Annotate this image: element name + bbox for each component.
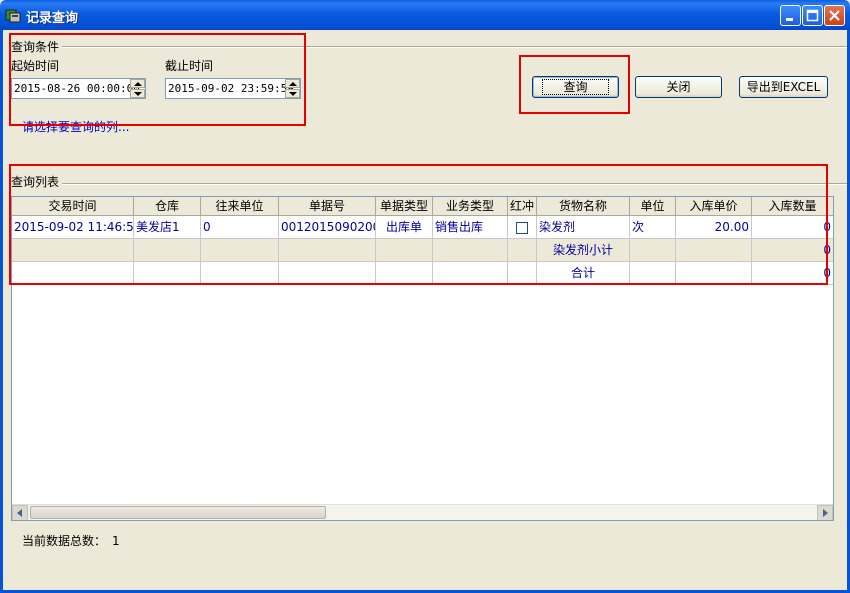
end-time-down-arrow-icon[interactable]	[285, 89, 300, 98]
col-header-price[interactable]: 入库单价	[676, 197, 752, 216]
subtotal-label: 染发剂小计	[537, 239, 630, 262]
grid-header: 交易时间 仓库 往来单位 单据号 单据类型 业务类型 红冲 货物名称 单位 入库…	[12, 197, 833, 216]
end-time-picker[interactable]: 2015-09-02 23:59:59	[165, 78, 301, 99]
col-header-biz-type[interactable]: 业务类型	[433, 197, 508, 216]
col-header-qty[interactable]: 入库数量	[752, 197, 833, 216]
col-header-doc-type[interactable]: 单据类型	[376, 197, 433, 216]
export-excel-button[interactable]: 导出到EXCEL	[739, 76, 828, 98]
scrollbar-thumb[interactable]	[30, 506, 326, 519]
cell-red-reversal	[508, 216, 537, 239]
cell-partner: 0	[201, 216, 279, 239]
cell-warehouse: 美发店1	[134, 216, 201, 239]
cell-time: 2015-09-02 11:46:54	[12, 216, 134, 239]
end-time-up-arrow-icon[interactable]	[285, 79, 300, 88]
cell-price: 20.00	[676, 216, 752, 239]
select-columns-link[interactable]: 请选择要查询的列...	[22, 118, 129, 135]
start-time-picker[interactable]: 2015-08-26 00:00:00	[11, 78, 146, 99]
col-header-warehouse[interactable]: 仓库	[134, 197, 201, 216]
total-label: 合计	[537, 262, 630, 285]
start-time-label: 起始时间	[11, 59, 60, 73]
horizontal-scrollbar[interactable]	[12, 504, 833, 520]
window-title: 记录查询	[26, 11, 79, 26]
start-time-up-arrow-icon[interactable]	[130, 79, 145, 88]
minimize-icon	[786, 18, 793, 21]
maximize-icon	[806, 9, 819, 22]
close-window-button[interactable]	[824, 5, 845, 26]
subtotal-qty: 0	[752, 239, 833, 262]
scroll-right-arrow-icon[interactable]	[817, 505, 833, 520]
list-group-label: 查询列表	[11, 173, 63, 190]
minimize-button[interactable]	[780, 5, 801, 26]
conditions-group-label: 查询条件	[11, 38, 63, 55]
app-icon	[5, 9, 21, 23]
end-time-label: 截止时间	[165, 59, 214, 73]
col-header-partner[interactable]: 往来单位	[201, 197, 279, 216]
status-bar: 当前数据总数： 1	[22, 532, 120, 549]
cell-biz-type: 销售出库	[433, 216, 508, 239]
red-reversal-checkbox[interactable]	[516, 221, 528, 234]
title-bar[interactable]: 记录查询	[0, 0, 850, 30]
close-icon	[829, 10, 840, 21]
maximize-button[interactable]	[802, 5, 823, 26]
col-header-goods[interactable]: 货物名称	[537, 197, 630, 216]
close-button[interactable]: 关闭	[635, 76, 722, 98]
scroll-left-arrow-icon[interactable]	[12, 505, 28, 520]
total-row[interactable]: 合计 0	[12, 262, 833, 285]
start-time-down-arrow-icon[interactable]	[130, 89, 145, 98]
cell-unit: 次	[630, 216, 676, 239]
col-header-doc-no[interactable]: 单据号	[279, 197, 376, 216]
cell-doc-type: 出库单	[376, 216, 433, 239]
cell-doc-no: 001201509020008	[279, 216, 376, 239]
record-count-label: 当前数据总数：	[22, 534, 107, 548]
list-group-line	[11, 183, 847, 185]
col-header-time[interactable]: 交易时间	[12, 197, 134, 216]
results-grid[interactable]: 交易时间 仓库 往来单位 单据号 单据类型 业务类型 红冲 货物名称 单位 入库…	[11, 196, 834, 521]
cell-qty: 0	[752, 216, 833, 239]
end-time-value: 2015-09-02 23:59:59	[168, 82, 294, 95]
query-button[interactable]: 查询	[532, 76, 619, 98]
cell-goods: 染发剂	[537, 216, 630, 239]
table-row[interactable]: 2015-09-02 11:46:54 美发店1 0 0012015090200…	[12, 216, 833, 239]
total-qty: 0	[752, 262, 833, 285]
col-header-unit[interactable]: 单位	[630, 197, 676, 216]
start-time-value: 2015-08-26 00:00:00	[14, 82, 140, 95]
record-count-value: 1	[112, 534, 120, 548]
col-header-red-reversal[interactable]: 红冲	[508, 197, 537, 216]
subtotal-row[interactable]: 染发剂小计 0	[12, 239, 833, 262]
conditions-group-line	[11, 46, 847, 48]
query-button-label: 查询	[542, 79, 609, 95]
